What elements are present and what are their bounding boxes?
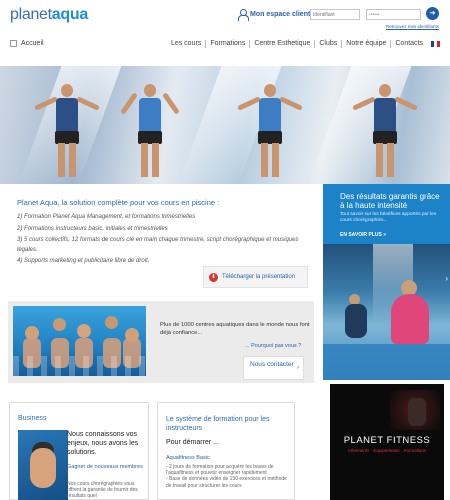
planet-fitness-ad[interactable]: PLANET FITNESS Vêtements · Equipements ·… (330, 384, 444, 500)
instructor-figure (237, 84, 303, 184)
user-icon (238, 9, 249, 21)
nav-item-les-cours[interactable]: Les cours (167, 40, 207, 48)
hero-banner (0, 66, 450, 184)
business-title: Business (18, 415, 47, 422)
pdf-icon: ⬇ (209, 272, 218, 282)
business-card: Business Nous connaissons vos enjeux, no… (9, 402, 149, 500)
nav-item-contacts[interactable]: Contacts (391, 40, 427, 48)
username-input[interactable] (310, 9, 360, 20)
results-promo[interactable]: Des résultats garantis grâce à la haute … (323, 184, 450, 380)
contact-us-button[interactable]: Nous contacter › (243, 356, 304, 380)
planet-aqua-logo[interactable]: planetaqua (10, 6, 88, 24)
nav-item-centre-esthetique[interactable]: Centre Esthetique (250, 40, 316, 48)
chevron-right-icon[interactable]: › (445, 274, 448, 283)
nav-item-notre-equipe[interactable]: Notre équipe (342, 40, 392, 48)
planet-fitness-logo: PLANET FITNESS (343, 435, 431, 446)
contact-us-label: Nous contacter (250, 361, 294, 368)
training-subtitle: Pour démarrer ... (166, 439, 219, 446)
french-flag-icon[interactable] (431, 41, 440, 47)
promo-photo (323, 244, 450, 380)
training-card: Le système de formation pour les instruc… (157, 402, 295, 500)
gain-members-link[interactable]: Gagner de nouveaux membres (67, 464, 147, 471)
arrow-right-icon: ➜ (429, 10, 436, 17)
logo-text-main: planet (10, 6, 52, 23)
intro-title: Planet Aqua, la solution complète pour v… (17, 198, 220, 207)
home-square-icon (10, 40, 17, 47)
promo-subtitle: Tout savoir sur les bénéfices apportés p… (340, 212, 437, 223)
login-go-button[interactable]: ➜ (426, 7, 439, 20)
nav-item-clubs[interactable]: Clubs (315, 40, 343, 48)
training-title: Le système de formation pour les instruc… (166, 416, 270, 432)
intro-point: 1) Formation Planet Aqua Management, et … (17, 214, 196, 220)
trust-text: Plus de 1000 centres aquatiques dans le … (160, 322, 310, 336)
flag-stripe-red (437, 41, 440, 47)
why-not-you-link[interactable]: ... Pourquoi pas vous ? (245, 343, 301, 349)
instructor-figure (34, 84, 100, 184)
nav-item-formations[interactable]: Formations (206, 40, 251, 48)
main-nav: Les cours Formations Centre Esthetique C… (167, 40, 440, 48)
account-label: Mon espace client (250, 11, 311, 18)
training-description: - 2 jours de formation pour acquérir les… (166, 464, 287, 489)
chevron-right-icon: › (297, 365, 299, 371)
athlete-image (408, 398, 426, 426)
logo-text-accent: aqua (51, 6, 88, 23)
business-headline: Nous connaissons vos enjeux, nous avons … (67, 431, 139, 456)
promo-title: Des résultats garantis grâce à la haute … (340, 192, 440, 210)
intro-list: 1) Formation Planet Aqua Management, et … (17, 213, 307, 269)
instructor-figure (120, 84, 180, 184)
planet-fitness-tagline: Vêtements · Equipements · Formations (347, 448, 427, 453)
swimmer-photo (18, 430, 68, 500)
business-description: Nos cours chorégraphiés vous offrent la … (67, 481, 138, 499)
intro-point: 2) Formations instructeurs basic, initia… (17, 225, 168, 232)
learn-more-link[interactable]: EN SAVOIR PLUS » (340, 232, 386, 238)
intro-point: 3) 5 cours collectifs, 12 formats de cou… (17, 237, 299, 253)
home-label: Accueil (21, 40, 44, 47)
pool-group-photo (13, 306, 146, 376)
download-presentation-button[interactable]: ⬇ Télécharger la présentation (203, 266, 308, 288)
aquafitness-basic-link[interactable]: Aquafitness Basic (166, 455, 210, 461)
account-area[interactable]: Mon espace client (238, 9, 311, 21)
forgot-credentials-link[interactable]: Retrouvez mes identifiants (386, 24, 439, 29)
instructor-figure (352, 84, 418, 184)
home-link[interactable]: Accueil (10, 40, 44, 47)
download-label: Télécharger la présentation (222, 274, 296, 280)
password-input[interactable] (366, 9, 421, 20)
